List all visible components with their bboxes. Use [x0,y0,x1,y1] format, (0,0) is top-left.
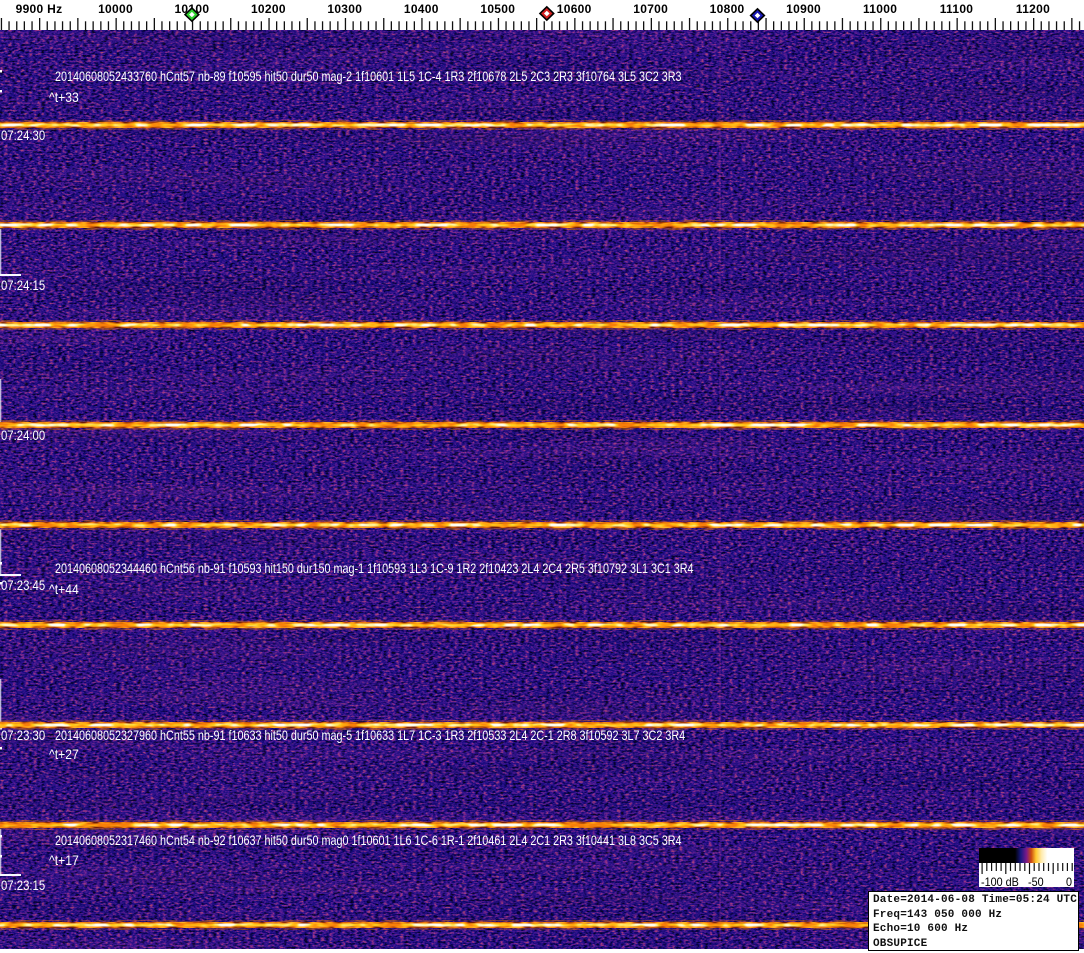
svg-text:10500: 10500 [480,2,515,16]
svg-text:11000: 11000 [863,2,897,16]
svg-text:10700: 10700 [633,2,668,16]
svg-text:10300: 10300 [327,2,362,16]
svg-text:11200: 11200 [1016,2,1050,16]
svg-text:10800: 10800 [710,2,745,16]
svg-text:10900: 10900 [786,2,821,16]
svg-text:9900 Hz: 9900 Hz [16,2,63,16]
svg-text:10200: 10200 [251,2,286,16]
svg-text:11100: 11100 [940,2,974,16]
svg-text:10400: 10400 [404,2,439,16]
svg-text:10000: 10000 [98,2,133,16]
svg-text:10600: 10600 [557,2,592,16]
